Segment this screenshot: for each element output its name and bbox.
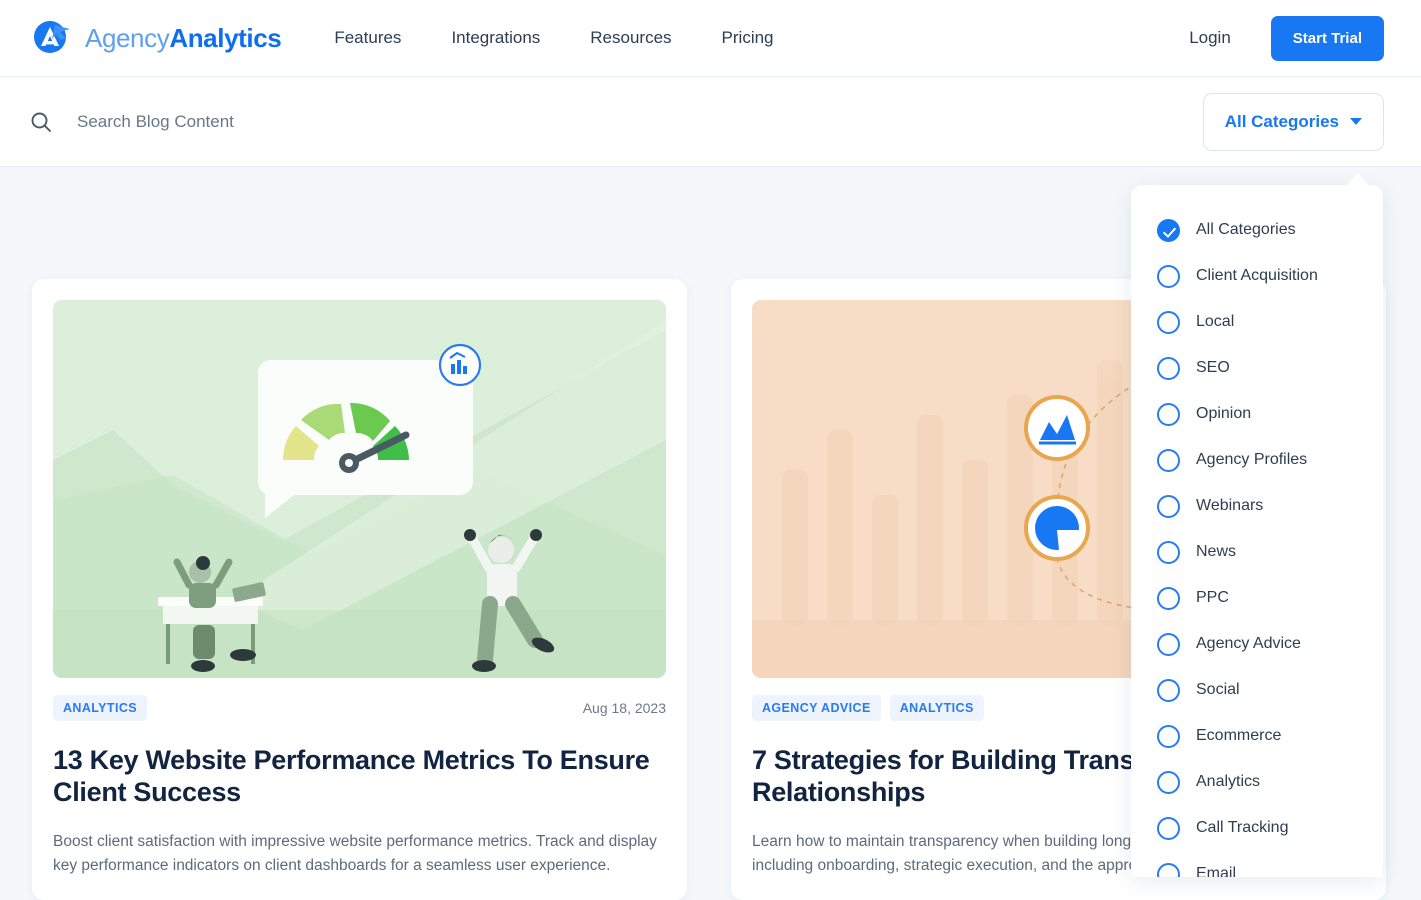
category-option-agency-profiles[interactable]: Agency Profiles	[1131, 437, 1383, 483]
category-option-social[interactable]: Social	[1131, 667, 1383, 713]
checkbox-unchecked-icon[interactable]	[1157, 265, 1180, 288]
nav-item-features[interactable]: Features	[334, 28, 401, 48]
category-option-label: Client Acquisition	[1196, 267, 1318, 285]
category-option-agency-advice[interactable]: Agency Advice	[1131, 621, 1383, 667]
category-option-local[interactable]: Local	[1131, 299, 1383, 345]
nav-item-resources[interactable]: Resources	[590, 28, 671, 48]
nav-item-pricing[interactable]: Pricing	[722, 28, 774, 48]
category-option-call-tracking[interactable]: Call Tracking	[1131, 805, 1383, 851]
main-nav-links: Features Integrations Resources Pricing	[334, 28, 773, 48]
publish-date: Aug 18, 2023	[583, 700, 666, 716]
category-option-label: All Categories	[1196, 221, 1296, 239]
category-tag[interactable]: ANALYTICS	[890, 695, 984, 721]
checkbox-unchecked-icon[interactable]	[1157, 541, 1180, 564]
categories-dropdown-panel: All Categories Client Acquisition Local SEO…	[1131, 185, 1383, 877]
checkbox-unchecked-icon[interactable]	[1157, 403, 1180, 426]
nav-item-integrations[interactable]: Integrations	[451, 28, 540, 48]
brand-name-bold: Analytics	[169, 23, 281, 53]
category-option-label: Webinars	[1196, 497, 1263, 515]
category-option-label: News	[1196, 543, 1236, 561]
chevron-down-icon	[1350, 118, 1362, 125]
category-option-label: Ecommerce	[1196, 727, 1281, 745]
checkbox-checked-icon[interactable]	[1157, 219, 1180, 242]
category-option-label: PPC	[1196, 589, 1229, 607]
category-tag[interactable]: AGENCY ADVICE	[752, 695, 881, 721]
brand-name-light: Agency	[85, 23, 169, 53]
category-option-email[interactable]: Email	[1131, 851, 1383, 877]
category-tag[interactable]: ANALYTICS	[53, 695, 147, 721]
category-option-label: Analytics	[1196, 773, 1260, 791]
checkbox-unchecked-icon[interactable]	[1157, 587, 1180, 610]
category-option-news[interactable]: News	[1131, 529, 1383, 575]
category-option-label: Agency Advice	[1196, 635, 1301, 653]
top-navigation-bar: AgencyAnalytics Features Integrations Re…	[0, 0, 1421, 77]
checkbox-unchecked-icon[interactable]	[1157, 771, 1180, 794]
gauge-speech-bubble-celebration-illustration	[53, 300, 666, 678]
category-option-client-acquisition[interactable]: Client Acquisition	[1131, 253, 1383, 299]
checkbox-unchecked-icon[interactable]	[1157, 633, 1180, 656]
category-option-ppc[interactable]: PPC	[1131, 575, 1383, 621]
search-field-group	[30, 111, 1203, 133]
category-option-label: Agency Profiles	[1196, 451, 1307, 469]
all-categories-button-label: All Categories	[1225, 112, 1339, 132]
category-option-label: Call Tracking	[1196, 819, 1288, 837]
login-link[interactable]: Login	[1189, 28, 1231, 48]
category-option-opinion[interactable]: Opinion	[1131, 391, 1383, 437]
blog-card-description: Boost client satisfaction with impressiv…	[53, 830, 666, 879]
checkbox-unchecked-icon[interactable]	[1157, 725, 1180, 748]
categories-option-list: All Categories Client Acquisition Local SEO…	[1131, 185, 1383, 877]
checkbox-unchecked-icon[interactable]	[1157, 817, 1180, 840]
search-input[interactable]	[77, 112, 677, 132]
brand-logo[interactable]: AgencyAnalytics	[30, 16, 281, 60]
blog-search-bar: All Categories	[0, 77, 1421, 167]
checkbox-unchecked-icon[interactable]	[1157, 495, 1180, 518]
blog-card-tag-row: ANALYTICS Aug 18, 2023	[53, 695, 666, 721]
checkbox-unchecked-icon[interactable]	[1157, 311, 1180, 334]
category-option-analytics[interactable]: Analytics	[1131, 759, 1383, 805]
category-option-all-categories[interactable]: All Categories	[1131, 207, 1383, 253]
all-categories-dropdown-button[interactable]: All Categories	[1203, 93, 1384, 151]
search-icon	[30, 111, 52, 133]
category-option-webinars[interactable]: Webinars	[1131, 483, 1383, 529]
brand-name: AgencyAnalytics	[85, 23, 281, 54]
nav-actions: Login Start Trial	[1189, 16, 1384, 61]
category-option-label: SEO	[1196, 359, 1230, 377]
category-option-label: Opinion	[1196, 405, 1251, 423]
category-option-ecommerce[interactable]: Ecommerce	[1131, 713, 1383, 759]
checkbox-unchecked-icon[interactable]	[1157, 679, 1180, 702]
blog-card-title[interactable]: 13 Key Website Performance Metrics To En…	[53, 745, 666, 809]
checkbox-unchecked-icon[interactable]	[1157, 357, 1180, 380]
blog-card[interactable]: ANALYTICS Aug 18, 2023 13 Key Website Pe…	[32, 279, 687, 900]
category-option-seo[interactable]: SEO	[1131, 345, 1383, 391]
dropdown-pointer-arrow	[1345, 173, 1371, 187]
checkbox-unchecked-icon[interactable]	[1157, 863, 1180, 878]
checkbox-unchecked-icon[interactable]	[1157, 449, 1180, 472]
category-option-label: Email	[1196, 865, 1236, 877]
blog-card-body: ANALYTICS Aug 18, 2023 13 Key Website Pe…	[53, 678, 666, 879]
start-trial-button[interactable]: Start Trial	[1271, 16, 1384, 61]
agency-analytics-logo-icon	[30, 16, 74, 60]
category-option-label: Social	[1196, 681, 1240, 699]
category-option-label: Local	[1196, 313, 1234, 331]
